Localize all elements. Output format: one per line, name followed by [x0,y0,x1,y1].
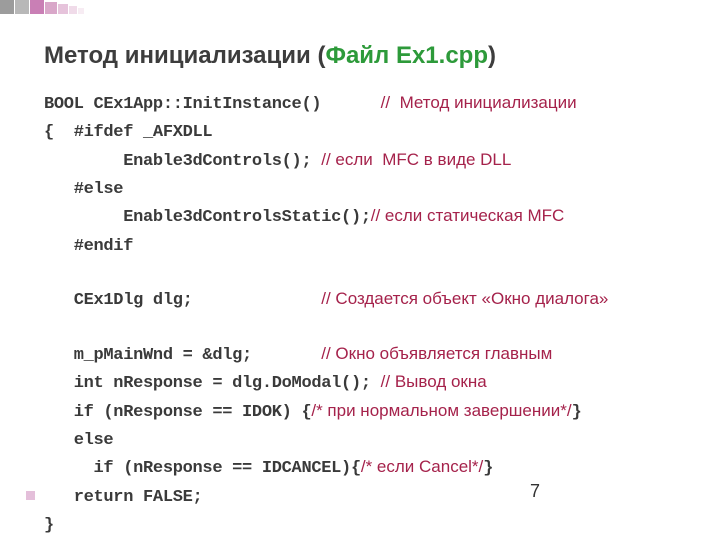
slide: Метод инициализации (Файл Ex1.cpp) BOOL … [0,0,720,540]
code-line: m_pMainWnd = &dlg; [44,346,321,365]
code-comment: // если статическая MFC [371,206,565,225]
code-comment: // Окно объявляется главным [321,344,552,363]
code-line: #endif [44,237,133,256]
page-number: 7 [530,481,540,502]
code-comment: // Создается объект «Окно диалога» [321,289,608,308]
code-line: } [483,459,493,478]
code-line: Enable3dControls(); [44,152,321,171]
code-line: if (nResponse == IDOK) { [44,403,311,422]
code-comment: // Вывод окна [381,372,487,391]
code-comment: // Метод инициализации [381,93,577,112]
code-line: } [44,516,54,535]
code-comment: /* если Cancel*/ [361,457,483,476]
code-line: return FALSE; [44,488,202,507]
code-comment: /* при нормальном завершении*/ [311,401,571,420]
code-comment: // если MFC в виде DLL [321,150,511,169]
bullet-icon [26,491,35,500]
decorative-squares [0,0,84,14]
slide-title: Метод инициализации (Файл Ex1.cpp) [44,42,676,70]
code-line: { #ifdef _AFXDLL [44,123,212,142]
code-line: } [572,403,582,422]
code-line: CEx1Dlg dlg; [44,291,321,310]
title-filename: Файл Ex1.cpp [325,42,488,69]
code-line: int nResponse = dlg.DoModal(); [44,374,381,393]
code-line: Enable3dControlsStatic(); [44,208,371,227]
code-line: if (nResponse == IDCANCEL){ [44,459,361,478]
code-line: #else [44,180,123,199]
code-line: BOOL CEx1App::InitInstance() [44,95,381,114]
code-block: BOOL CEx1App::InitInstance() // Метод ин… [44,90,676,540]
code-line: else [44,431,113,450]
title-close: ) [488,42,496,69]
title-text: Метод инициализации ( [44,42,325,69]
